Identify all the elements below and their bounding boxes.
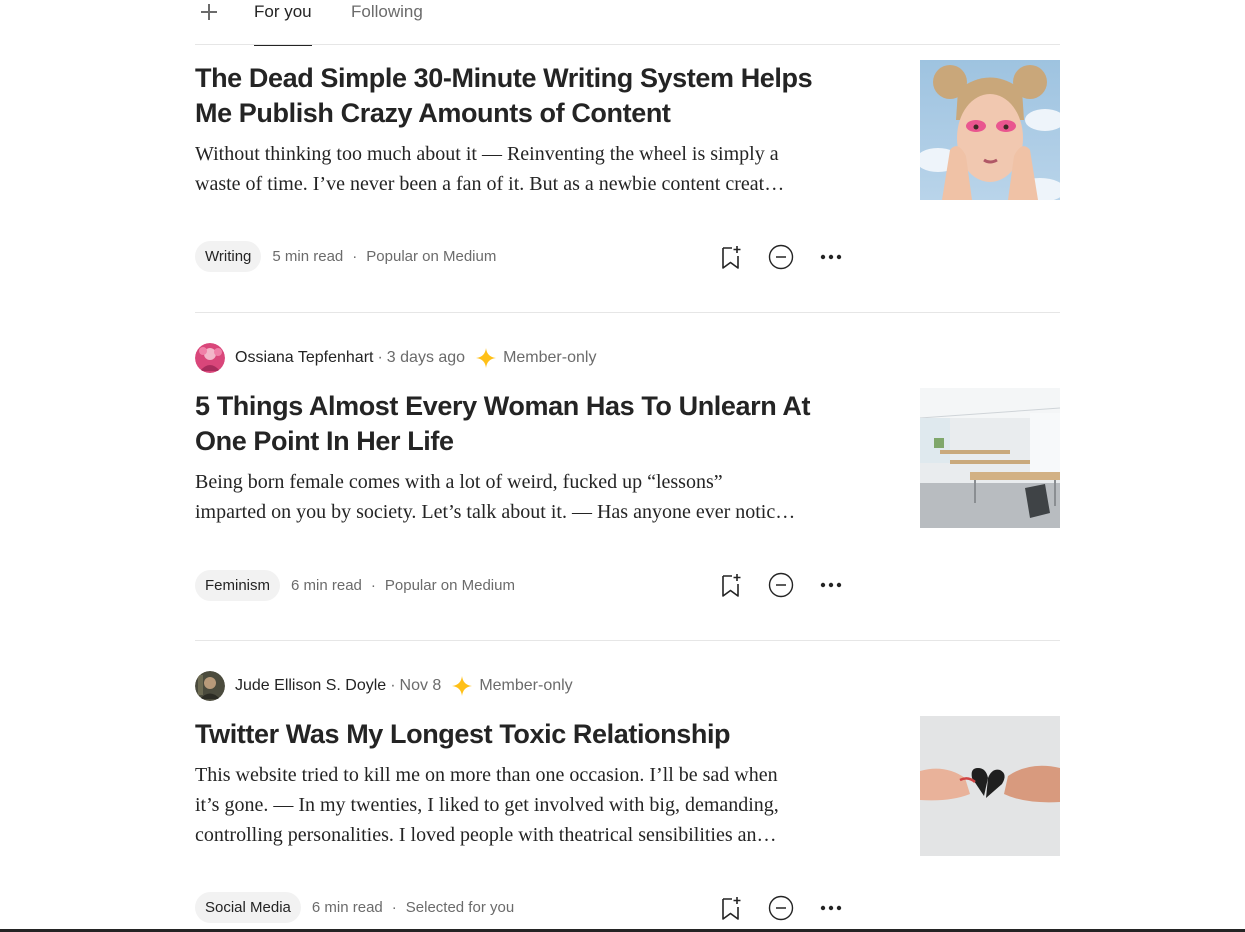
source-label[interactable]: Selected for you bbox=[406, 899, 514, 916]
article-thumbnail[interactable] bbox=[920, 716, 1060, 856]
article-excerpt[interactable]: This website tried to kill me on more th… bbox=[195, 760, 845, 850]
source-label[interactable]: Popular on Medium bbox=[366, 248, 496, 265]
member-star-icon bbox=[452, 676, 473, 696]
article-title[interactable]: The Dead Simple 30-Minute Writing System… bbox=[195, 61, 845, 131]
article-meta: Social Media 6 min read · Selected for y… bbox=[195, 892, 514, 923]
publish-date: 3 days ago bbox=[386, 349, 466, 366]
avatar[interactable] bbox=[195, 671, 225, 701]
article-title[interactable]: 5 Things Almost Every Woman Has To Unlea… bbox=[195, 389, 845, 459]
article-card[interactable]: Ossiana Tepfenhart · 3 days ago Member-o… bbox=[195, 313, 1060, 640]
article-card[interactable]: Jude Ellison S. Doyle · Nov 8 Member-onl… bbox=[195, 641, 1060, 932]
article-excerpt[interactable]: Without thinking too much about it — Rei… bbox=[195, 139, 845, 199]
article-actions bbox=[718, 893, 844, 923]
article-meta: Writing 5 min read · Popular on Medium bbox=[195, 241, 496, 272]
article-thumbnail[interactable] bbox=[920, 388, 1060, 528]
show-less-icon[interactable] bbox=[768, 572, 794, 598]
article-actions bbox=[718, 242, 844, 272]
portrait-photo bbox=[920, 60, 1060, 200]
separator: · bbox=[352, 248, 358, 265]
publish-date: Nov 8 bbox=[399, 677, 442, 694]
author-name[interactable]: Jude Ellison S. Doyle bbox=[235, 677, 386, 695]
more-icon[interactable] bbox=[818, 572, 844, 598]
topic-tag[interactable]: Feminism bbox=[195, 570, 281, 601]
show-less-icon[interactable] bbox=[768, 244, 794, 270]
author-name[interactable]: Ossiana Tepfenhart bbox=[235, 349, 373, 367]
author-row: Jude Ellison S. Doyle · Nov 8 Member-onl… bbox=[195, 671, 573, 701]
member-only-label: Member-only bbox=[479, 677, 573, 694]
article-excerpt[interactable]: Being born female comes with a lot of we… bbox=[195, 467, 845, 527]
separator: · bbox=[391, 899, 397, 916]
separator: · bbox=[377, 349, 383, 366]
article-meta: Feminism 6 min read · Popular on Medium bbox=[195, 570, 515, 601]
member-star-icon bbox=[476, 348, 497, 368]
separator: · bbox=[390, 677, 396, 694]
topic-tag[interactable]: Social Media bbox=[195, 892, 301, 923]
broken-heart-photo bbox=[920, 716, 1060, 856]
article-thumbnail[interactable] bbox=[920, 60, 1060, 200]
read-time: 6 min read bbox=[311, 899, 383, 916]
show-less-icon[interactable] bbox=[768, 895, 794, 921]
bookmark-add-icon[interactable] bbox=[718, 572, 744, 598]
source-label[interactable]: Popular on Medium bbox=[385, 577, 515, 594]
topic-tag[interactable]: Writing bbox=[195, 241, 262, 272]
avatar[interactable] bbox=[195, 343, 225, 373]
read-time: 6 min read bbox=[291, 577, 362, 594]
bookmark-add-icon[interactable] bbox=[718, 895, 744, 921]
article-actions bbox=[718, 570, 844, 600]
separator: · bbox=[370, 577, 376, 594]
bookmark-add-icon[interactable] bbox=[718, 244, 744, 270]
read-time: 5 min read bbox=[272, 248, 344, 265]
more-icon[interactable] bbox=[818, 895, 844, 921]
classroom-photo bbox=[920, 388, 1060, 528]
member-only-label: Member-only bbox=[503, 349, 597, 366]
more-icon[interactable] bbox=[818, 244, 844, 270]
article-title[interactable]: Twitter Was My Longest Toxic Relationshi… bbox=[195, 717, 845, 752]
article-card[interactable]: The Dead Simple 30-Minute Writing System… bbox=[195, 0, 1060, 312]
author-row: Ossiana Tepfenhart · 3 days ago Member-o… bbox=[195, 343, 596, 373]
